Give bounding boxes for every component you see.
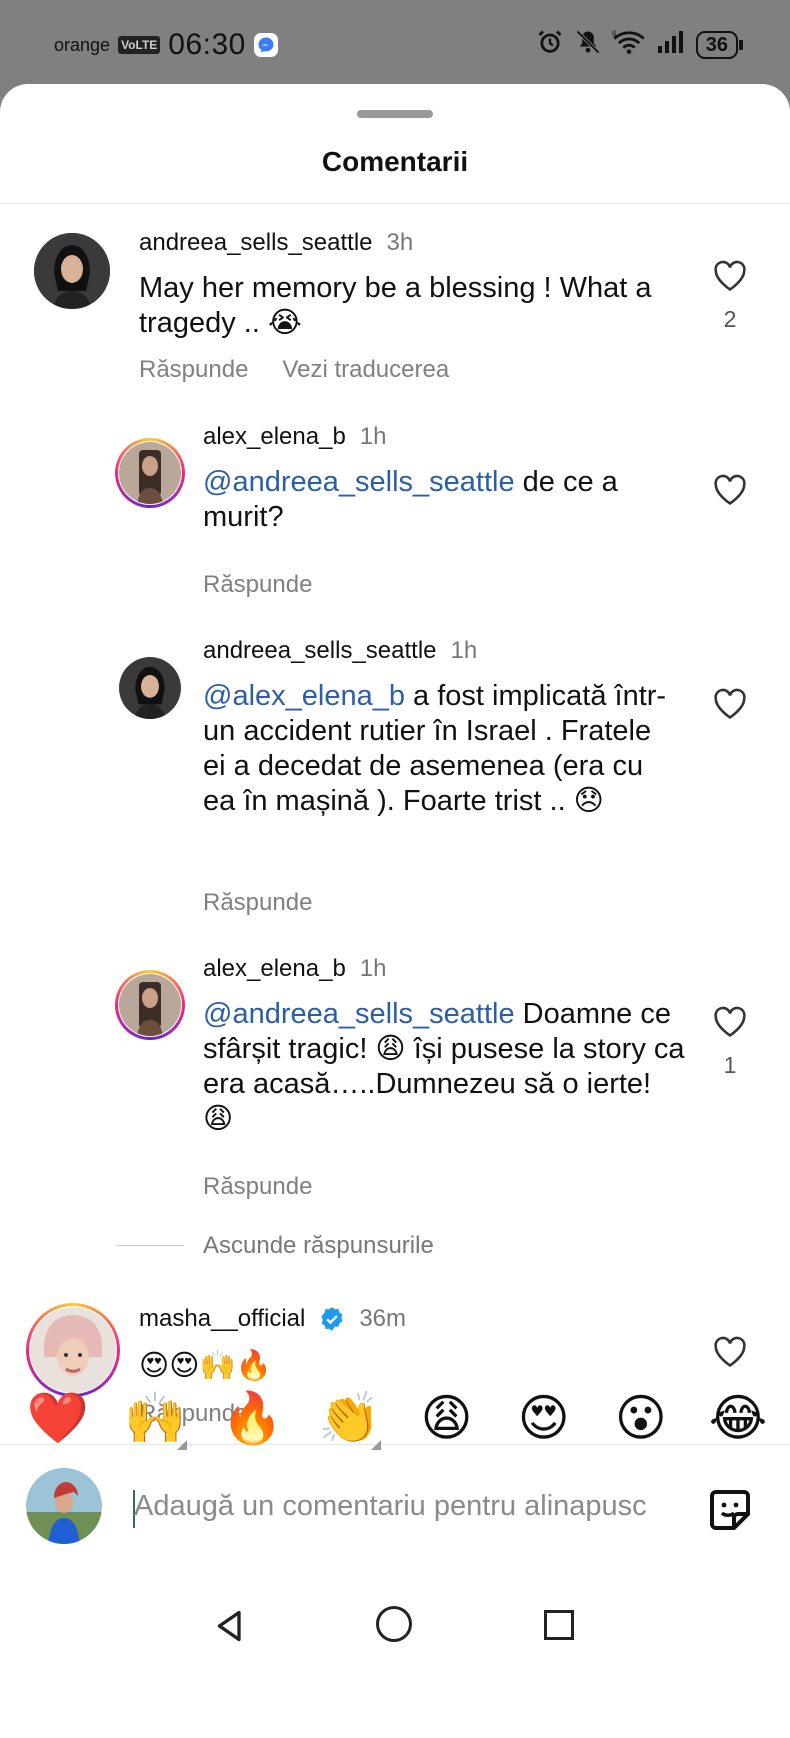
page-title: Comentarii [321, 146, 469, 177]
emoji-button[interactable]: 😍 [504, 1388, 584, 1448]
emoji-button[interactable]: 👏 [309, 1388, 389, 1450]
verified-badge-icon [321, 1307, 343, 1331]
comment-username[interactable]: masha__official [139, 1305, 305, 1333]
avatar[interactable] [119, 657, 181, 719]
svg-text:6: 6 [612, 29, 617, 38]
battery-icon: 36 [695, 30, 744, 59]
comment-username[interactable]: alex_elena_b [203, 423, 346, 451]
recent-apps-icon[interactable] [544, 1610, 574, 1640]
emoji-button[interactable]: ❤️ [18, 1388, 98, 1448]
avatar[interactable] [115, 970, 185, 1040]
home-icon[interactable] [376, 1606, 412, 1642]
comment-time: 36m [359, 1305, 407, 1332]
reply-button[interactable]: Răspunde [203, 571, 312, 599]
sticker-icon[interactable] [706, 1486, 754, 1534]
emoji-button[interactable]: 😮 [601, 1388, 681, 1448]
drag-handle[interactable] [357, 110, 433, 118]
mention-link[interactable]: @andreea_sells_seattle [203, 466, 515, 498]
reply-button[interactable]: Răspunde [203, 889, 312, 917]
like-count: 2 [723, 306, 737, 332]
emoji-button[interactable]: 🙌 [115, 1388, 195, 1450]
reply-button[interactable]: Răspunde [203, 1173, 312, 1201]
comment-text: @andreea_sells_seattle de ce a murit? [203, 466, 618, 533]
status-bar: orange VoLTE 06:30 6 36 [0, 0, 790, 84]
status-time: 06:30 [168, 28, 246, 61]
comment-username[interactable]: alex_elena_b [203, 955, 346, 983]
avatar[interactable] [26, 1303, 120, 1397]
emoji-button[interactable]: 😩 [407, 1388, 487, 1448]
emoji-reaction-bar: ❤️ 🙌 🔥 👏 😩 😍 😮 😂 [18, 1388, 778, 1450]
heart-icon[interactable] [713, 688, 747, 720]
comment-text: 😍😍🙌🔥 [139, 1350, 272, 1382]
hide-replies-button[interactable]: Ascunde răspunsurile [203, 1232, 434, 1260]
comment-meta: masha__official 36m [139, 1305, 406, 1333]
wifi-icon: 6 [612, 29, 646, 60]
emoji-button[interactable]: 😂 [698, 1388, 778, 1448]
heart-icon[interactable] [713, 1006, 747, 1038]
see-translation-button[interactable]: Vezi traducerea [282, 356, 449, 384]
volte-badge: VoLTE [118, 36, 161, 54]
comment-username[interactable]: andreea_sells_seattle [139, 229, 373, 257]
heart-icon[interactable] [713, 1336, 747, 1368]
avatar[interactable] [34, 233, 110, 309]
comment-time: 1h [359, 423, 387, 450]
back-icon[interactable] [212, 1608, 248, 1644]
heart-icon[interactable] [713, 260, 747, 292]
divider [0, 203, 790, 204]
carrier-label: orange [54, 34, 111, 55]
like-count: 1 [723, 1052, 737, 1078]
system-nav-bar [0, 1598, 790, 1654]
comment-time: 1h [359, 955, 387, 982]
messenger-icon [253, 33, 278, 57]
divider [116, 1245, 184, 1246]
avatar[interactable] [115, 438, 185, 508]
heart-icon[interactable] [713, 474, 747, 506]
comment-username[interactable]: andreea_sells_seattle [203, 637, 437, 665]
mention-link[interactable]: @andreea_sells_seattle [203, 998, 515, 1030]
avatar [26, 1468, 102, 1544]
mute-icon [574, 28, 602, 61]
comment-composer: Adaugă un comentariu pentru alinapusc [0, 1468, 790, 1548]
comment-time: 1h [450, 637, 478, 664]
comment-text: May her memory be a blessing ! What a tr… [139, 272, 652, 339]
comment-text: @andreea_sells_seattle Doamne ce sfârșit… [203, 998, 685, 1135]
comment-text: @alex_elena_b a fost implicată într-un a… [203, 680, 667, 817]
alarm-icon [536, 28, 564, 61]
comment-time: 3h [386, 229, 414, 256]
mention-link[interactable]: @alex_elena_b [203, 680, 405, 712]
reply-button[interactable]: Răspunde [139, 356, 248, 384]
emoji-button[interactable]: 🔥 [212, 1388, 292, 1448]
comment-input[interactable]: Adaugă un comentariu pentru alinapusc [134, 1490, 647, 1523]
signal-icon [656, 30, 686, 59]
